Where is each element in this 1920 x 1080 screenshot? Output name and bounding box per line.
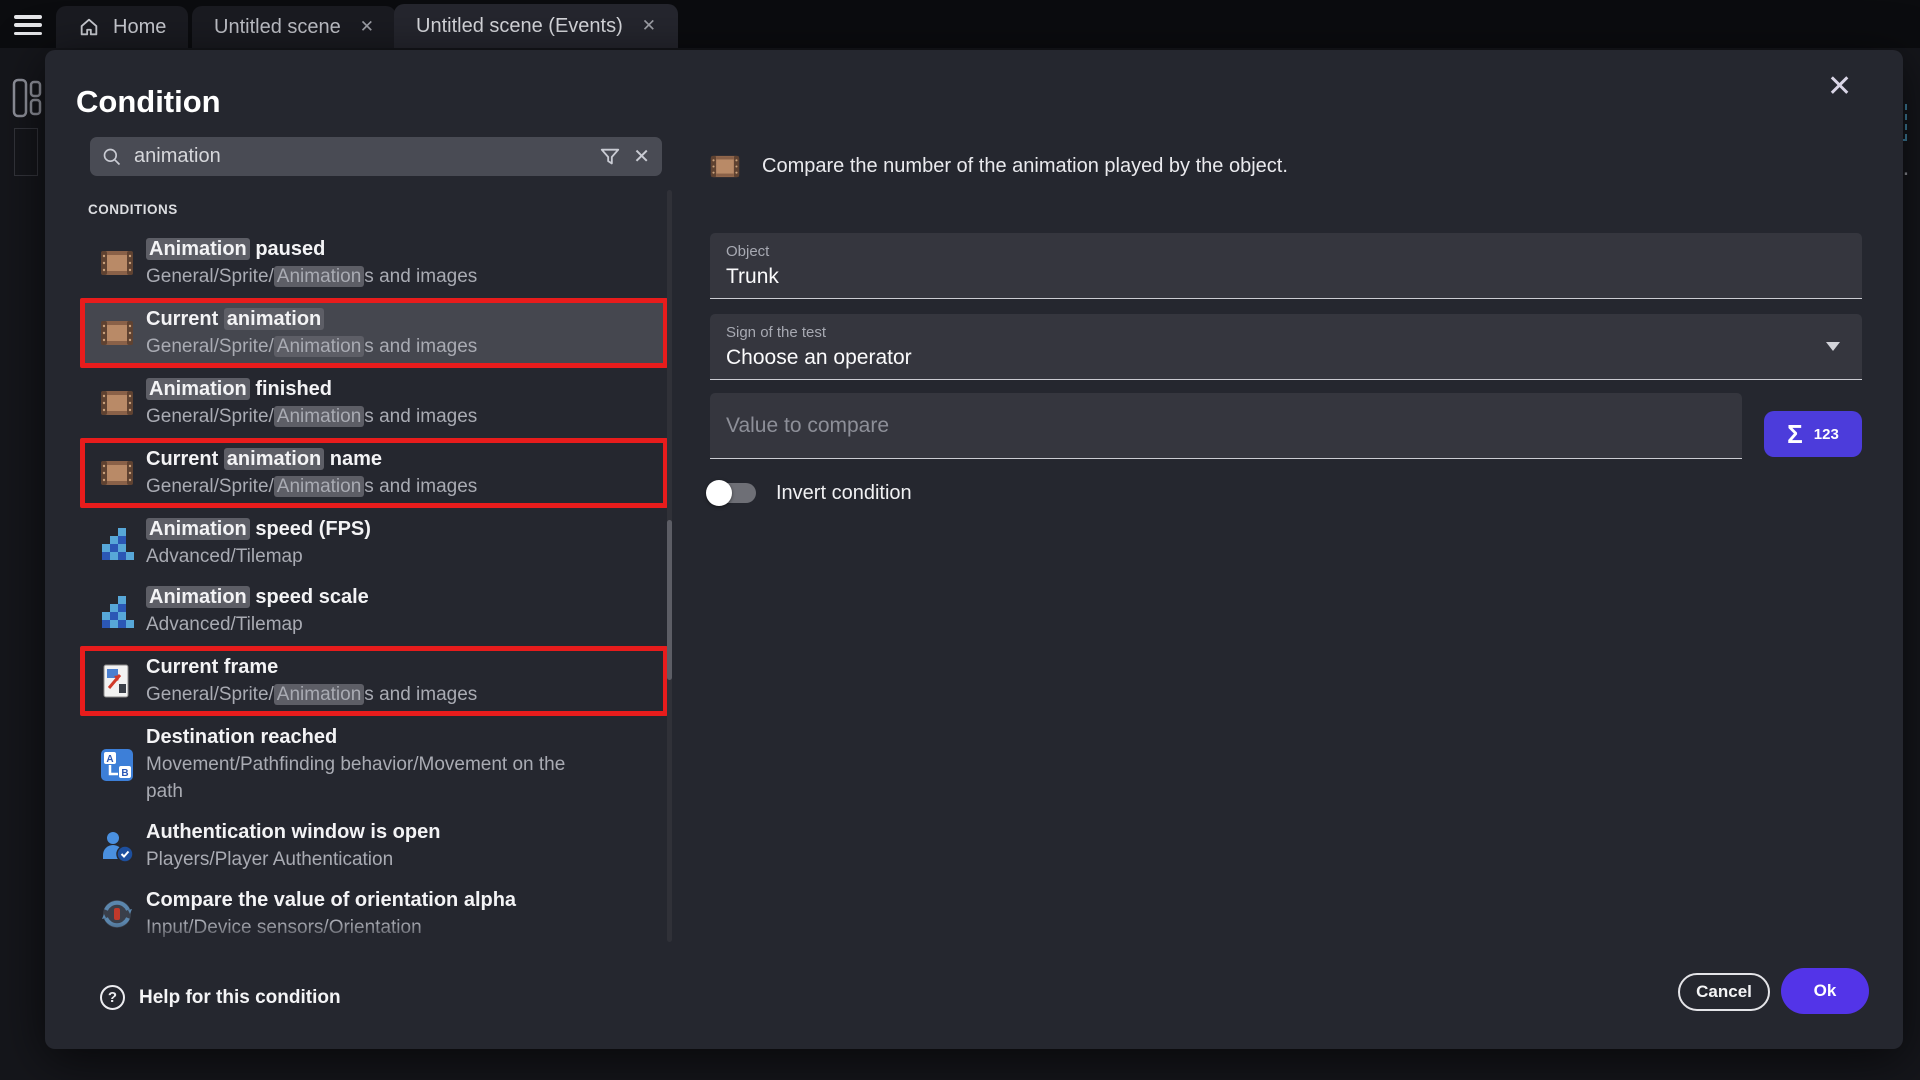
frame-icon	[100, 664, 134, 698]
selection-dash-vertical	[1905, 104, 1907, 140]
expression-editor-button[interactable]: Σ 123	[1764, 411, 1862, 457]
list-item-current-animation-name[interactable]: Current animation name General/Sprite/An…	[80, 438, 668, 508]
sprite-animation-icon	[100, 456, 134, 490]
pathfinding-icon	[100, 748, 134, 782]
tilemap-icon	[100, 526, 134, 560]
value-to-compare-input[interactable]	[726, 414, 1726, 438]
cancel-button[interactable]: Cancel	[1678, 973, 1770, 1011]
list-item-current-frame[interactable]: Current frame General/Sprite/Animations …	[80, 646, 668, 716]
operator-select-label: Sign of the test	[726, 324, 1846, 341]
sprite-animation-icon	[100, 386, 134, 420]
condition-dialog: Condition ✕ ✕ CONDITIONS Animation pause…	[45, 50, 1903, 1049]
top-bar: Home Untitled scene ✕ Untitled scene (Ev…	[0, 0, 1920, 48]
toggle-knob	[706, 480, 732, 506]
close-tab-icon[interactable]: ✕	[642, 16, 656, 36]
sigma-icon: Σ	[1787, 419, 1803, 450]
list-group-header: CONDITIONS	[88, 202, 668, 217]
tab-home[interactable]: Home	[56, 6, 188, 48]
list-item-animation-finished[interactable]: Animation finished General/Sprite/Animat…	[76, 369, 668, 437]
tab-label: Untitled scene	[214, 16, 341, 39]
dialog-close-icon[interactable]: ✕	[1827, 72, 1852, 102]
numeric-badge: 123	[1814, 426, 1839, 443]
invert-condition-row: Invert condition	[706, 478, 912, 508]
list-item-orientation-alpha[interactable]: Compare the value of orientation alpha I…	[76, 880, 668, 946]
help-label: Help for this condition	[139, 987, 341, 1009]
home-icon	[78, 16, 100, 38]
sprite-animation-icon	[100, 316, 134, 350]
player-authentication-icon	[100, 829, 134, 863]
search-input[interactable]	[134, 145, 587, 168]
dialog-title: Condition	[76, 84, 221, 120]
object-field[interactable]: Object Trunk	[710, 233, 1862, 299]
list-item-animation-speed-scale[interactable]: Animation speed scale Advanced/Tilemap	[76, 577, 668, 645]
object-field-value: Trunk	[726, 265, 1846, 289]
help-icon: ?	[100, 985, 125, 1010]
list-item-destination-reached[interactable]: Destination reached Movement/Pathfinding…	[76, 717, 668, 812]
chevron-down-icon	[1826, 342, 1840, 351]
tab-label: Untitled scene (Events)	[416, 15, 623, 38]
list-item-authentication-window-open[interactable]: Authentication window is open Players/Pl…	[76, 812, 668, 880]
sprite-animation-icon	[100, 246, 134, 280]
list-item-animation-speed-fps[interactable]: Animation speed (FPS) Advanced/Tilemap	[76, 509, 668, 577]
menu-hamburger-icon[interactable]	[14, 15, 42, 35]
conditions-list: CONDITIONS Animation paused General/Spri…	[76, 188, 668, 946]
tilemap-icon	[100, 594, 134, 628]
invert-condition-label: Invert condition	[776, 482, 912, 505]
condition-description: Compare the number of the animation play…	[762, 155, 1288, 178]
search-icon	[102, 147, 122, 167]
invert-condition-toggle[interactable]	[706, 478, 758, 508]
filter-icon[interactable]	[599, 146, 621, 168]
background-panel-outline	[14, 128, 38, 176]
tab-untitled-scene[interactable]: Untitled scene ✕	[192, 6, 396, 48]
sprite-animation-icon	[710, 155, 740, 178]
object-field-label: Object	[726, 243, 1846, 260]
help-link[interactable]: ? Help for this condition	[100, 985, 341, 1010]
close-tab-icon[interactable]: ✕	[360, 17, 374, 37]
ok-button[interactable]: Ok	[1781, 968, 1869, 1014]
list-scrollbar-thumb[interactable]	[667, 520, 672, 680]
value-to-compare-field[interactable]	[710, 393, 1742, 459]
list-item-current-animation[interactable]: Current animation General/Sprite/Animati…	[80, 298, 668, 368]
tab-label: Home	[113, 16, 166, 39]
orientation-icon	[100, 897, 134, 931]
tab-untitled-scene-events[interactable]: Untitled scene (Events) ✕	[394, 4, 678, 48]
operator-select[interactable]: Sign of the test Choose an operator	[710, 314, 1862, 380]
condition-description-row: Compare the number of the animation play…	[710, 148, 1862, 184]
operator-select-value: Choose an operator	[726, 346, 1846, 370]
panels-icon[interactable]	[12, 76, 42, 120]
condition-search-bar[interactable]: ✕	[90, 137, 662, 176]
list-item-animation-paused[interactable]: Animation paused General/Sprite/Animatio…	[76, 229, 668, 297]
clear-search-icon[interactable]: ✕	[633, 144, 650, 169]
